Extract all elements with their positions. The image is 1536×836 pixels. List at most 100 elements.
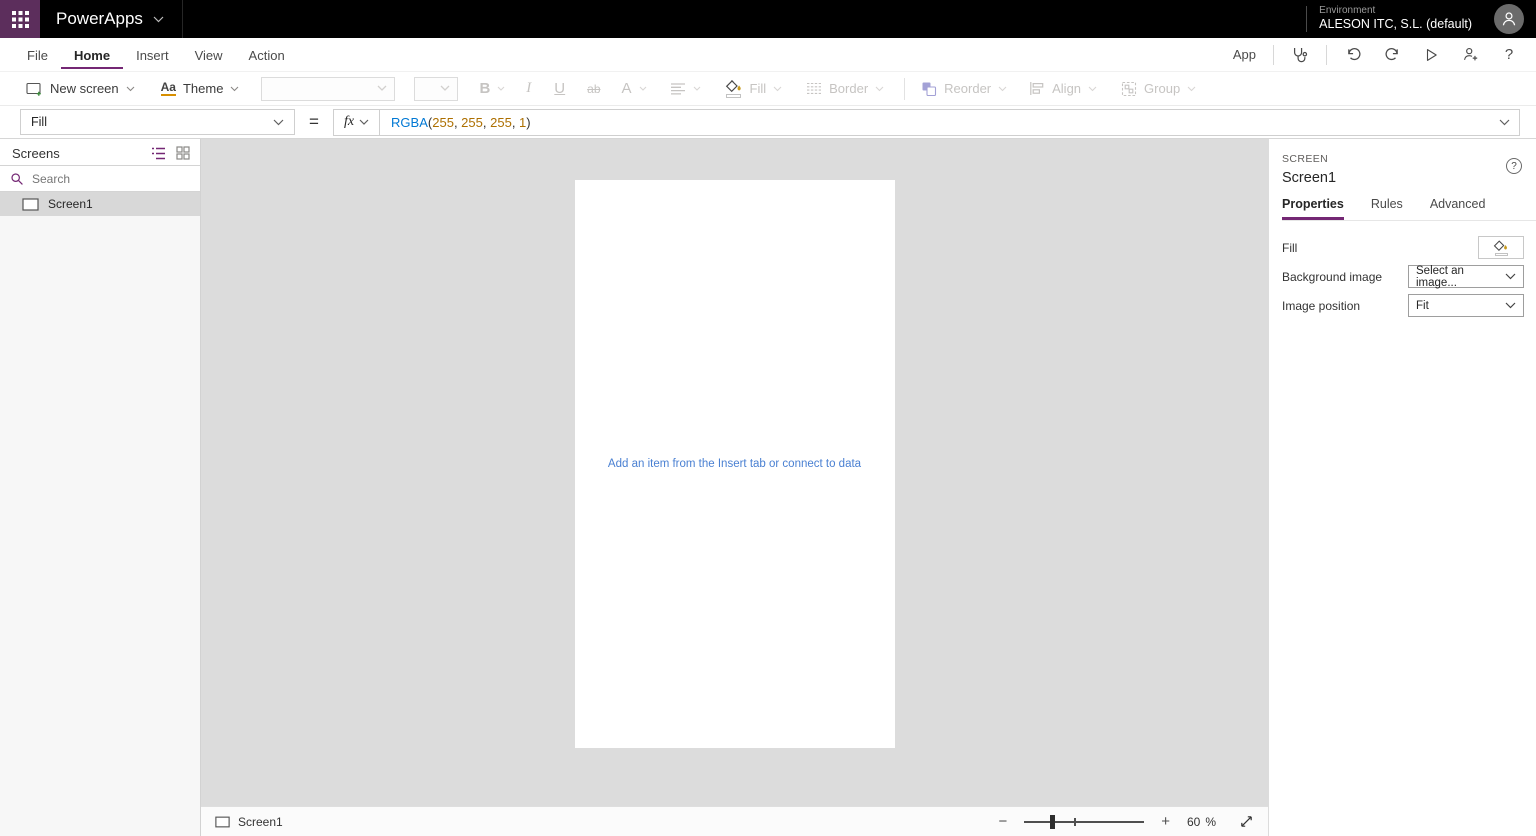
chevron-down-icon [153,16,164,23]
selected-property: Fill [31,115,47,129]
tab-properties[interactable]: Properties [1282,197,1344,220]
waffle-menu-button[interactable] [0,0,40,38]
zoom-out-button[interactable]: − [998,814,1007,829]
preview-play-icon[interactable] [1418,43,1444,67]
strikethrough-icon: ab [587,82,600,96]
font-size-dropdown[interactable] [414,77,458,101]
fill-label: Fill [750,81,767,96]
menu-insert[interactable]: Insert [123,40,182,69]
topbar-divider [182,0,183,38]
menu-view[interactable]: View [182,40,236,69]
fit-to-window-icon[interactable] [1239,814,1254,829]
formula-function: RGBA [391,115,428,130]
font-color-button[interactable]: A [622,80,647,97]
reorder-button[interactable]: Reorder [921,81,1007,97]
group-button[interactable]: Group [1121,81,1196,97]
fx-dropdown[interactable]: fx [334,110,380,135]
italic-button[interactable]: I [526,80,531,97]
properties-panel: SCREEN ? Screen1 Properties Rules Advanc… [1268,139,1536,836]
background-image-dropdown[interactable]: Select an image... [1408,265,1524,288]
app-checker-icon[interactable] [1287,43,1313,67]
underline-icon: U [554,80,565,97]
panel-help-icon[interactable]: ? [1506,158,1522,174]
undo-icon[interactable] [1340,43,1366,67]
formula-bar-expand-chevron[interactable] [1499,119,1519,126]
property-row-background-image: Background image Select an image... [1282,265,1524,288]
bold-button[interactable]: B [479,80,505,97]
property-row-image-position: Image position Fit [1282,294,1524,317]
avatar[interactable] [1494,4,1524,34]
screen-list-item[interactable]: Screen1 [0,192,200,216]
environment-value: ALESON ITC, S.L. (default) [1319,17,1472,33]
screens-panel: Screens Screen1 [0,139,201,836]
strikethrough-button[interactable]: ab [587,82,600,96]
help-icon[interactable]: ? [1496,43,1522,67]
font-family-dropdown[interactable] [261,77,395,101]
theme-button[interactable]: Aa Theme [161,81,240,96]
menu-action[interactable]: Action [236,40,298,69]
screens-panel-title: Screens [12,146,60,161]
zoom-in-button[interactable]: + [1161,814,1170,829]
menu-home[interactable]: Home [61,40,123,69]
statusbar-screen-item[interactable]: Screen1 [215,815,283,829]
chevron-down-icon [1505,273,1516,280]
new-screen-label: New screen [50,81,119,96]
chevron-down-icon [230,86,239,92]
fill-color-button[interactable]: Fill [725,80,783,98]
zoom-value: 60 [1187,815,1200,829]
underline-button[interactable]: U [554,80,565,97]
image-position-dropdown[interactable]: Fit [1408,294,1524,317]
person-icon [1500,10,1518,28]
tab-rules[interactable]: Rules [1371,197,1403,220]
text-align-button[interactable] [670,82,701,96]
formula-arg: 255 [432,115,454,130]
border-label: Border [829,81,868,96]
formula-input[interactable]: RGBA(255, 255, 255, 1) [380,115,1499,130]
connect-to-data-link[interactable]: connect to data [782,458,861,470]
reorder-label: Reorder [944,81,991,96]
environment-info[interactable]: Environment ALESON ITC, S.L. (default) [1319,5,1472,33]
image-position-label: Image position [1282,299,1360,313]
fx-icon: fx [344,114,354,130]
zoom-slider-handle[interactable] [1050,815,1055,829]
app-title: PowerApps [56,9,143,29]
align-button[interactable]: Align [1029,81,1097,96]
text-align-icon [670,82,686,96]
background-image-label: Background image [1282,270,1382,284]
border-button[interactable]: Border [806,81,884,96]
chevron-down-icon [440,85,450,92]
group-label: Group [1144,81,1180,96]
empty-screen-hint-text: Add an item from the Insert tab or [608,458,783,470]
reorder-icon [921,81,937,97]
formula-separator: , [454,115,461,130]
formula-arg: 1 [519,115,526,130]
screen-icon [215,816,230,828]
zoom-slider[interactable] [1024,814,1144,830]
fill-swatch [726,94,741,98]
chevron-down-icon [875,86,884,92]
property-selector-dropdown[interactable]: Fill [20,109,295,135]
new-screen-button[interactable]: New screen [26,81,135,97]
fill-property-label: Fill [1282,241,1297,255]
statusbar-screen-label: Screen1 [238,815,283,829]
screen-icon [22,198,39,211]
fill-swatch [1495,253,1508,256]
chevron-down-icon [359,119,369,125]
menu-bar: File Home Insert View Action App ? [0,38,1536,72]
share-icon[interactable] [1457,43,1483,67]
search-input[interactable] [32,172,172,186]
tab-advanced[interactable]: Advanced [1430,197,1486,220]
screen-design-surface[interactable]: Add an item from the Insert tab or conne… [575,180,895,748]
formula-separator: , [512,115,519,130]
thumbnail-view-icon[interactable] [176,146,190,160]
menu-file[interactable]: File [14,40,61,69]
environment-label: Environment [1319,5,1472,18]
redo-icon[interactable] [1379,43,1405,67]
list-view-icon[interactable] [151,147,165,160]
formula-input-container: fx RGBA(255, 255, 255, 1) [333,109,1520,136]
chevron-down-icon [377,85,387,92]
panel-tabs: Properties Rules Advanced [1282,197,1536,221]
zoom-slider-notch [1071,821,1079,823]
fill-color-picker-button[interactable] [1478,236,1524,259]
app-title-dropdown[interactable]: PowerApps [56,9,164,29]
